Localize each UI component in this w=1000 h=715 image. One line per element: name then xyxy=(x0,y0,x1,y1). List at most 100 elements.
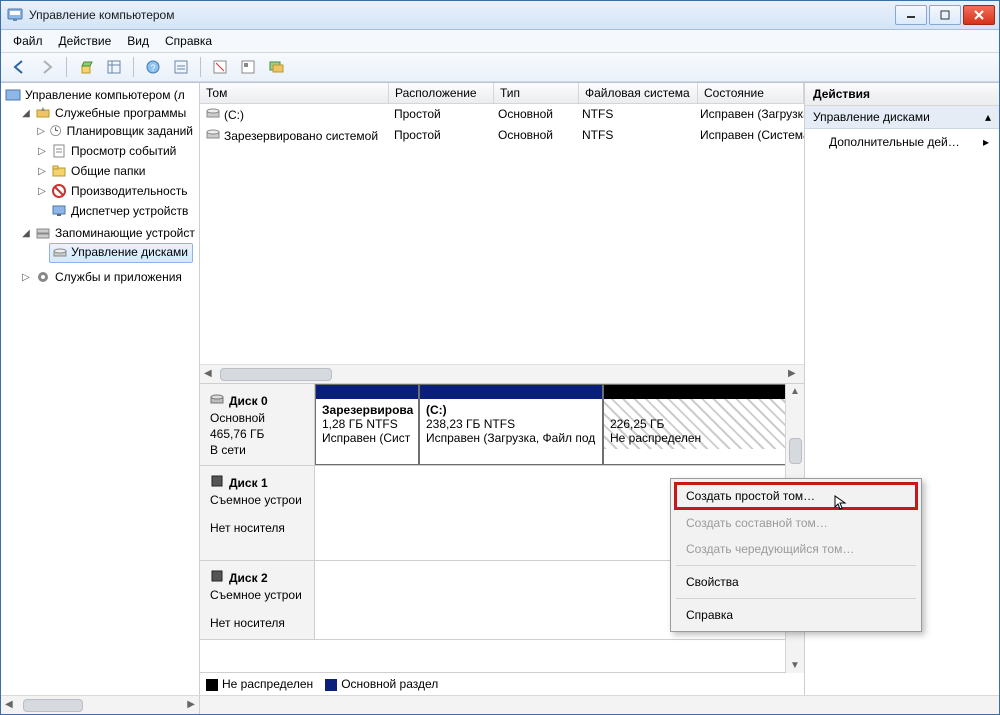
tree-perf-label: Производительность xyxy=(71,184,187,198)
part-state: Исправен (Загрузка, Файл под xyxy=(426,431,596,445)
refresh-icon[interactable] xyxy=(208,55,232,79)
part-title: Зарезервирова xyxy=(322,403,412,417)
help-icon[interactable]: ? xyxy=(141,55,165,79)
close-button[interactable] xyxy=(963,5,995,25)
tree-events-label: Просмотр событий xyxy=(71,144,176,158)
back-button[interactable] xyxy=(7,55,31,79)
tree-root[interactable]: Управление компьютером (л xyxy=(5,87,197,103)
disk-head[interactable]: Диск 0 Основной 465,76 ГБ В сети xyxy=(200,384,315,465)
maximize-button[interactable] xyxy=(929,5,961,25)
tree-devmgr[interactable]: Диспетчер устройств xyxy=(37,203,193,219)
scroll-down-icon[interactable]: ▼ xyxy=(790,660,800,671)
tree-services[interactable]: ▷ Службы и приложения xyxy=(21,269,195,285)
part-state: Исправен (Сист xyxy=(322,431,412,445)
tree-tools-label: Служебные программы xyxy=(55,106,186,120)
actions-more[interactable]: Дополнительные дей… ▸ xyxy=(805,129,999,155)
collapse-icon[interactable]: ◢ xyxy=(21,228,31,239)
collapse-icon[interactable]: ◢ xyxy=(21,108,31,119)
ctx-create-spanned-volume: Создать составной том… xyxy=(674,510,918,536)
up-icon[interactable] xyxy=(74,55,98,79)
ctx-create-striped-volume: Создать чередующийся том… xyxy=(674,536,918,562)
part-size: 238,23 ГБ NTFS xyxy=(426,417,596,431)
volume-row[interactable]: Зарезервировано системой Простой Основно… xyxy=(200,125,804,146)
minimize-button[interactable] xyxy=(895,5,927,25)
disk-status: Нет носителя xyxy=(210,616,308,630)
menu-help[interactable]: Справка xyxy=(157,34,220,48)
disk-size: 465,76 ГБ xyxy=(210,427,308,441)
forward-button[interactable] xyxy=(35,55,59,79)
tree-tools[interactable]: ◢ Служебные программы xyxy=(21,105,195,121)
vol-layout: Простой xyxy=(388,125,492,146)
menu-view[interactable]: Вид xyxy=(119,34,157,48)
toolbar: ? xyxy=(1,53,999,82)
col-fs[interactable]: Файловая система xyxy=(579,83,698,103)
col-type[interactable]: Тип xyxy=(494,83,579,103)
scroll-up-icon[interactable]: ▲ xyxy=(790,386,800,397)
tree-services-label: Службы и приложения xyxy=(55,270,182,284)
tree-shares[interactable]: ▷Общие папки xyxy=(37,163,193,179)
disk-type: Съемное устрои xyxy=(210,588,308,602)
partition-system-reserved[interactable]: Зарезервирова 1,28 ГБ NTFS Исправен (Сис… xyxy=(315,384,419,465)
actions-section[interactable]: Управление дисками ▴ xyxy=(805,106,999,129)
tree-diskmgmt[interactable]: Управление дисками xyxy=(37,243,193,263)
actions-header: Действия xyxy=(805,83,999,106)
scroll-thumb[interactable] xyxy=(220,368,332,381)
vol-type: Основной xyxy=(492,125,576,146)
volume-hscroll[interactable]: ◀ ▶ xyxy=(200,364,804,383)
disk-row-0: Диск 0 Основной 465,76 ГБ В сети Зарезер… xyxy=(200,384,786,466)
tree-perf[interactable]: ▷ Производительность xyxy=(37,183,193,199)
expand-icon[interactable]: ▷ xyxy=(37,166,47,177)
removable-icon xyxy=(210,569,224,586)
settings-icon[interactable] xyxy=(236,55,260,79)
disk-head[interactable]: Диск 1 Съемное устрои Нет носителя xyxy=(200,466,315,560)
action-icon[interactable] xyxy=(264,55,288,79)
drive-icon xyxy=(206,107,220,119)
tree-scheduler[interactable]: ▷Планировщик заданий xyxy=(37,123,193,139)
actions-section-label: Управление дисками xyxy=(813,110,930,124)
tree-storage[interactable]: ◢ Запоминающие устройст xyxy=(21,225,195,241)
actions-more-label: Дополнительные дей… xyxy=(829,135,960,149)
scroll-thumb[interactable] xyxy=(789,438,802,464)
scroll-right-icon[interactable]: ▶ xyxy=(187,699,195,710)
volume-table: Том Расположение Тип Файловая система Со… xyxy=(200,83,804,384)
ctx-properties[interactable]: Свойства xyxy=(674,569,918,595)
partition-c[interactable]: (C:) 238,23 ГБ NTFS Исправен (Загрузка, … xyxy=(419,384,603,465)
collapse-icon[interactable]: ▴ xyxy=(985,110,991,124)
list-icon[interactable] xyxy=(169,55,193,79)
menu-file[interactable]: Файл xyxy=(5,34,51,48)
volume-row[interactable]: (C:) Простой Основной NTFS Исправен (Заг… xyxy=(200,104,804,125)
vol-name: Зарезервировано системой xyxy=(224,129,378,143)
expand-icon[interactable]: ▷ xyxy=(37,146,47,157)
vol-state: Исправен (Система, Акти xyxy=(694,125,804,146)
app-icon xyxy=(7,7,23,23)
ctx-create-simple-volume[interactable]: Создать простой том… xyxy=(674,482,918,510)
col-state[interactable]: Состояние xyxy=(698,83,804,103)
scroll-thumb[interactable] xyxy=(23,699,83,712)
legend-primary-swatch xyxy=(325,679,337,691)
vol-name: (C:) xyxy=(224,108,244,122)
disk-title: Диск 2 xyxy=(229,571,268,585)
expand-icon[interactable]: ▷ xyxy=(21,272,31,283)
scroll-left-icon[interactable]: ◀ xyxy=(5,699,13,710)
disk-title: Диск 0 xyxy=(229,394,268,408)
ctx-help[interactable]: Справка xyxy=(674,602,918,628)
expand-icon[interactable]: ▷ xyxy=(37,186,47,197)
col-volume[interactable]: Том xyxy=(200,83,389,103)
legend-unalloc-swatch xyxy=(206,679,218,691)
scroll-left-icon[interactable]: ◀ xyxy=(204,368,216,380)
menu-action[interactable]: Действие xyxy=(51,34,120,48)
col-layout[interactable]: Расположение xyxy=(389,83,494,103)
vol-fs: NTFS xyxy=(576,125,694,146)
disk-status: В сети xyxy=(210,443,308,457)
drive-icon xyxy=(206,128,220,140)
partition-unallocated[interactable]: 226,25 ГБ Не распределен xyxy=(603,384,786,465)
view-icon[interactable] xyxy=(102,55,126,79)
tree-events[interactable]: ▷ Просмотр событий xyxy=(37,143,193,159)
expand-icon[interactable]: ▷ xyxy=(37,126,45,137)
disk-head[interactable]: Диск 2 Съемное устрои Нет носителя xyxy=(200,561,315,639)
part-state: Не распределен xyxy=(610,431,779,445)
tree-storage-label: Запоминающие устройст xyxy=(55,226,195,240)
part-title: (C:) xyxy=(426,403,596,417)
bottom-scrollbar[interactable]: ◀ ▶ xyxy=(1,695,999,714)
scroll-right-icon[interactable]: ▶ xyxy=(788,368,800,380)
